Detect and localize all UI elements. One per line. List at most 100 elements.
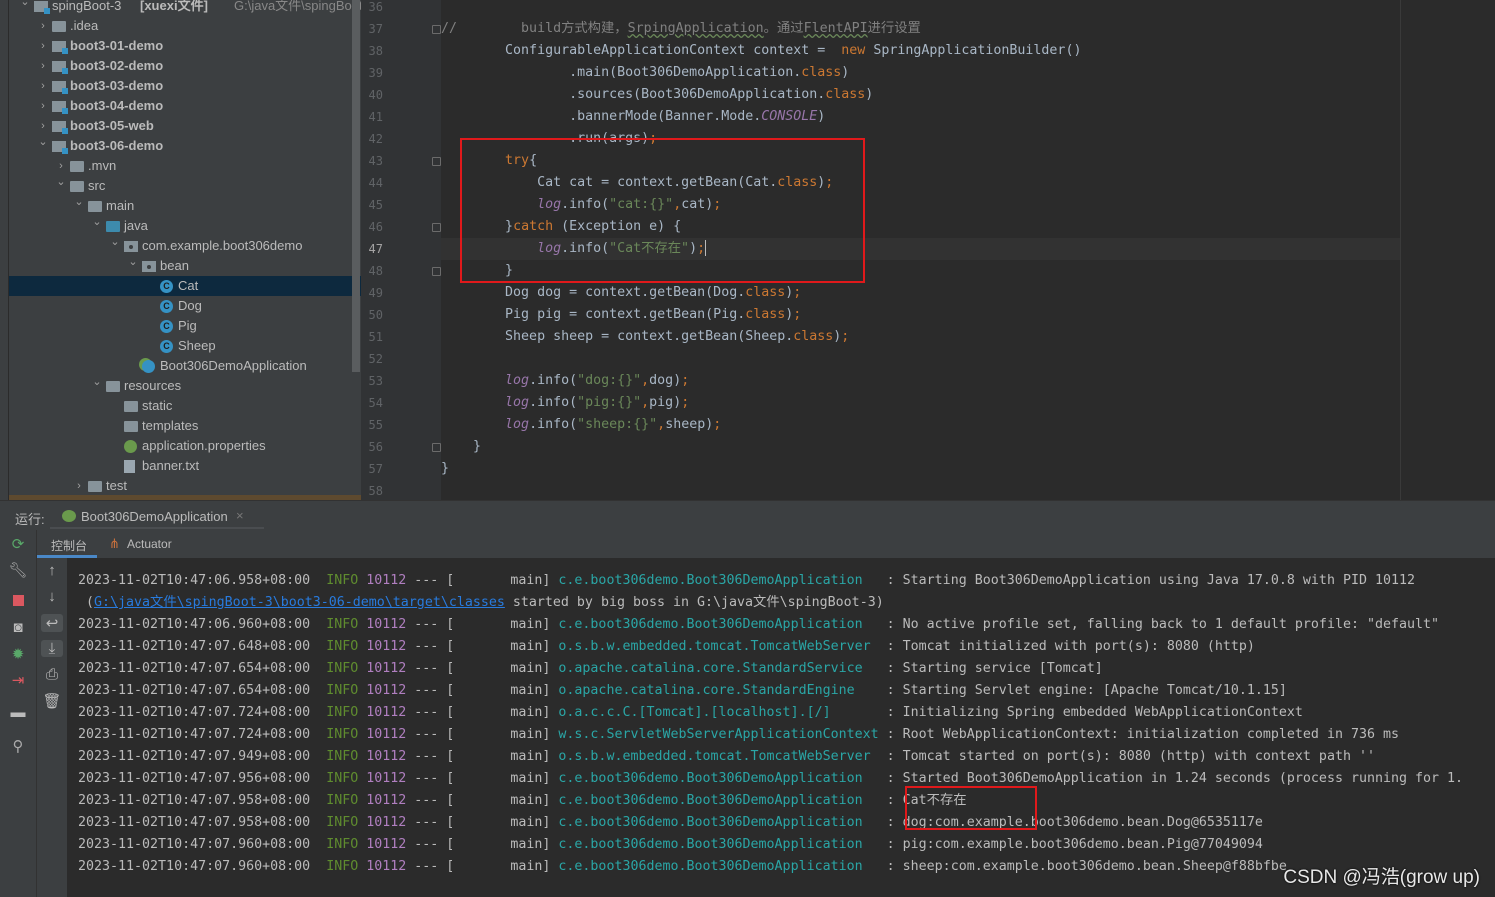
chevron-down-icon[interactable]: ⌄ — [92, 372, 102, 392]
up-arrow-icon[interactable]: ↑ — [37, 562, 67, 579]
chevron-right-icon[interactable]: › — [38, 36, 48, 56]
tree-item[interactable]: › test — [9, 476, 361, 496]
tree-item[interactable]: templates — [9, 416, 361, 436]
code-line: ConfigurableApplicationContext context =… — [441, 40, 1401, 62]
console-line: 2023-11-02T10:47:06.958+08:00 INFO 10112… — [78, 573, 1416, 588]
tree-item[interactable]: C Sheep — [9, 336, 361, 356]
print-icon[interactable]: ⎙ — [37, 666, 67, 683]
fold-marker-icon[interactable] — [432, 223, 441, 232]
code-token: SrpingApplication — [627, 21, 764, 36]
project-tree-scrollbar[interactable] — [352, 0, 360, 372]
tree-item[interactable]: › boot3-02-demo — [9, 56, 361, 76]
code-token: 进行设置 — [867, 21, 921, 36]
tree-item[interactable]: static — [9, 396, 361, 416]
chevron-right-icon[interactable]: › — [74, 476, 84, 496]
close-tab-icon[interactable]: × — [236, 508, 244, 523]
folder-icon — [70, 181, 84, 192]
folder-icon — [88, 481, 102, 492]
run-tab[interactable]: Boot306DemoApplication × — [50, 501, 264, 529]
fold-marker-icon[interactable] — [432, 443, 441, 452]
tree-item[interactable]: ⌄ src — [9, 176, 361, 196]
console-logger: c.e.boot306demo.Boot306DemoApplication — [558, 859, 863, 874]
console-logger: w.s.c.ServletWebServerApplicationContext — [558, 727, 879, 742]
camera-icon[interactable]: ◙ — [0, 619, 36, 636]
chevron-down-icon[interactable]: ⌄ — [128, 252, 138, 272]
tree-item[interactable]: banner.txt — [9, 456, 361, 476]
tree-item[interactable]: › boot3-01-demo — [9, 36, 361, 56]
tree-item[interactable]: C Cat — [9, 276, 361, 296]
fold-marker-icon[interactable] — [432, 267, 441, 276]
highlight-box-console — [905, 786, 1037, 830]
trash-icon[interactable]: 🗑︎ — [37, 692, 67, 710]
console-timestamp: 2023-11-02T10:47:07.654+08:00 — [78, 661, 311, 676]
stop-icon[interactable] — [0, 593, 36, 610]
layout-icon[interactable]: ▬ — [0, 704, 36, 721]
tree-item[interactable]: ⌄ resources — [9, 376, 361, 396]
wrench-icon[interactable]: 🔧︎ — [0, 561, 36, 579]
tree-item[interactable]: ⌄ spingBoot-3 [xuexi文件] G:\java文件\spingBoot… — [9, 0, 361, 16]
debug-icon[interactable]: ✹ — [0, 645, 36, 663]
fold-marker-icon[interactable] — [432, 157, 441, 166]
tree-item[interactable]: › boot3-04-demo — [9, 96, 361, 116]
code-line: } — [441, 436, 1401, 458]
tree-item-label: boot3-04-demo — [70, 98, 164, 113]
console-logger: c.e.boot306demo.Boot306DemoApplication — [558, 617, 863, 632]
rerun-icon[interactable]: ⟳ — [0, 535, 36, 553]
console-link[interactable]: G:\java文件\spingBoot-3\boot3-06-demo\targ… — [94, 595, 505, 610]
tree-item[interactable]: ⌄ main — [9, 196, 361, 216]
console-pid: 10112 — [366, 859, 407, 874]
chevron-down-icon[interactable]: ⌄ — [92, 212, 102, 232]
tree-item[interactable]: C Dog — [9, 296, 361, 316]
chevron-right-icon[interactable]: › — [38, 76, 48, 96]
tree-item[interactable]: ⌄ com.example.boot306demo — [9, 236, 361, 256]
tab-actuator[interactable]: ⋔ Actuator — [107, 530, 207, 558]
console-level: INFO — [326, 837, 359, 852]
code-token: class — [745, 285, 786, 300]
console-level: INFO — [326, 573, 359, 588]
console-timestamp: 2023-11-02T10:47:07.958+08:00 — [78, 793, 311, 808]
down-arrow-icon[interactable]: ↓ — [37, 588, 67, 605]
tree-item[interactable]: C Pig — [9, 316, 361, 336]
code-line: .sources(Boot306DemoApplication.class) — [441, 84, 1401, 106]
console-output[interactable]: 2023-11-02T10:47:06.958+08:00 INFO 10112… — [67, 558, 1495, 897]
spring-boot-icon — [62, 510, 76, 522]
tree-item-label: Pig — [178, 318, 197, 333]
code-line: // build方式构建，SrpingApplication。通过FlentAP… — [441, 18, 1401, 40]
fold-marker-icon[interactable] — [432, 25, 441, 34]
chevron-down-icon[interactable]: ⌄ — [38, 132, 48, 152]
tree-item-label: static — [142, 398, 173, 413]
chevron-down-icon[interactable]: ⌄ — [20, 0, 30, 12]
tree-item[interactable]: › boot3-05-web — [9, 116, 361, 136]
soft-wrap-icon[interactable]: ↩ — [41, 614, 63, 632]
chevron-down-icon[interactable]: ⌄ — [56, 172, 66, 192]
chevron-right-icon[interactable]: › — [38, 56, 48, 76]
code-token: .info( — [529, 395, 578, 410]
exit-icon[interactable]: ⇥ — [0, 671, 36, 689]
chevron-down-icon[interactable]: ⌄ — [110, 232, 120, 252]
project-tree[interactable]: ⌄ spingBoot-3 [xuexi文件] G:\java文件\spingBoot… — [9, 0, 361, 500]
tree-item[interactable]: › .idea — [9, 16, 361, 36]
tree-item[interactable]: › boot3-03-demo — [9, 76, 361, 96]
chevron-right-icon[interactable]: › — [38, 16, 48, 36]
code-line: log.info("sheep:{}",sheep); — [441, 414, 1401, 436]
chevron-right-icon[interactable]: › — [38, 96, 48, 116]
tree-item[interactable]: ⌄ boot3-06-demo — [9, 136, 361, 156]
tree-item-label: .mvn — [88, 158, 117, 173]
line-number: 57 — [368, 462, 383, 476]
pin-icon[interactable]: ⚲ — [0, 737, 36, 755]
tree-item[interactable]: ⌄ bean — [9, 256, 361, 276]
tree-item[interactable]: ⌄ java — [9, 216, 361, 236]
console-pid: 10112 — [366, 661, 407, 676]
tree-item[interactable]: Boot306DemoApplication — [9, 356, 361, 376]
tree-item[interactable]: application.properties — [9, 436, 361, 456]
code-token: sheep) — [665, 417, 714, 432]
console-level: INFO — [326, 617, 359, 632]
console-timestamp: 2023-11-02T10:47:07.958+08:00 — [78, 815, 311, 830]
tab-console[interactable]: 控制台 — [37, 530, 97, 558]
chevron-down-icon[interactable]: ⌄ — [74, 192, 84, 212]
line-number: 38 — [368, 44, 383, 58]
console-thread: main — [510, 617, 543, 632]
line-number: 39 — [368, 66, 383, 80]
console-logger: c.e.boot306demo.Boot306DemoApplication — [558, 837, 863, 852]
scroll-to-end-icon[interactable]: ⤓ — [41, 640, 63, 657]
